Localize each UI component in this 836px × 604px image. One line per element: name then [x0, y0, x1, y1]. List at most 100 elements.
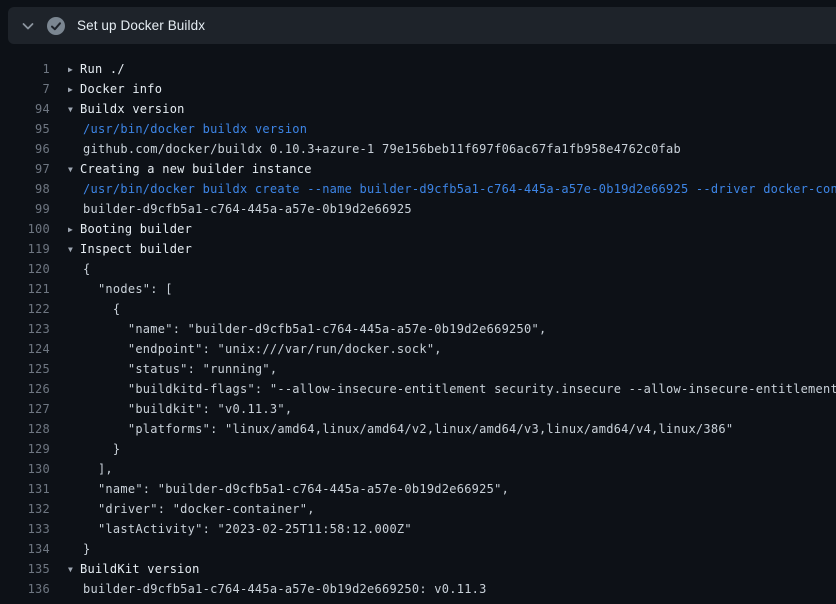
log-line-text: Inspect builder	[80, 242, 192, 256]
log-line-content[interactable]: ▶Booting builder	[68, 219, 836, 241]
log-row: 99 builder-d9cfb5a1-c764-445a-a57e-0b19d2…	[0, 199, 836, 219]
log-group-row[interactable]: 7 ▶Docker info	[0, 79, 836, 99]
line-number-link[interactable]: 125	[0, 359, 50, 379]
chevron-collapsed-icon: ▶	[68, 60, 80, 80]
line-number-link[interactable]: 99	[0, 199, 50, 219]
log-line-text: "name": "builder-d9cfb5a1-c764-445a-a57e…	[83, 322, 546, 336]
log-row: 129 }	[0, 439, 836, 459]
line-number-link[interactable]: 123	[0, 319, 50, 339]
log-line-content[interactable]: ▶Run ./	[68, 59, 836, 81]
line-number-link[interactable]: 124	[0, 339, 50, 359]
line-number-link[interactable]: 133	[0, 519, 50, 539]
log-line-content: /usr/bin/docker buildx create --name bui…	[68, 179, 836, 199]
log-line-text: Run ./	[80, 62, 125, 76]
log-row: 136 builder-d9cfb5a1-c764-445a-a57e-0b19d…	[0, 579, 836, 599]
log-line-content: {	[68, 259, 836, 279]
log-group-row[interactable]: 119 ▼Inspect builder	[0, 239, 836, 259]
log-line-content: /usr/bin/docker buildx version	[68, 119, 836, 139]
log-line-content[interactable]: ▼Buildx version	[68, 99, 836, 121]
log-line-content: "nodes": [	[68, 279, 836, 299]
log-line-text: "endpoint": "unix:///var/run/docker.sock…	[83, 342, 442, 356]
log-line-content: builder-d9cfb5a1-c764-445a-a57e-0b19d2e6…	[68, 199, 836, 219]
log-row: 133 "lastActivity": "2023-02-25T11:58:12…	[0, 519, 836, 539]
log-row: 134}	[0, 539, 836, 559]
log-line-content[interactable]: ▶Docker info	[68, 79, 836, 101]
step-title: Set up Docker Buildx	[77, 18, 205, 33]
log-line-content[interactable]: ▼BuildKit version	[68, 559, 836, 581]
log-line-text: "lastActivity": "2023-02-25T11:58:12.000…	[83, 522, 412, 536]
log-line-text: "platforms": "linux/amd64,linux/amd64/v2…	[83, 422, 733, 436]
log-line-text: "driver": "docker-container",	[83, 502, 315, 516]
line-number-link[interactable]: 120	[0, 259, 50, 279]
chevron-expanded-icon: ▼	[68, 560, 80, 580]
line-number-link[interactable]: 129	[0, 439, 50, 459]
log-row: 122 {	[0, 299, 836, 319]
log-row: 125 "status": "running",	[0, 359, 836, 379]
line-number-link[interactable]: 126	[0, 379, 50, 399]
chevron-expanded-icon: ▼	[68, 160, 80, 180]
chevron-down-icon[interactable]	[20, 18, 36, 34]
log-line-content[interactable]: ▼Creating a new builder instance	[68, 159, 836, 181]
line-number-link[interactable]: 7	[0, 79, 50, 99]
line-number-link[interactable]: 94	[0, 99, 50, 119]
log-row: 132 "driver": "docker-container",	[0, 499, 836, 519]
log-group-row[interactable]: 100 ▶Booting builder	[0, 219, 836, 239]
step-header[interactable]: Set up Docker Buildx	[8, 7, 836, 44]
line-number-link[interactable]: 132	[0, 499, 50, 519]
log-group-row[interactable]: 1 ▶Run ./	[0, 59, 836, 79]
log-line-text: Docker info	[80, 82, 162, 96]
line-number-link[interactable]: 134	[0, 539, 50, 559]
line-number-link[interactable]: 128	[0, 419, 50, 439]
log-line-content: "name": "builder-d9cfb5a1-c764-445a-a57e…	[68, 479, 836, 499]
line-number-link[interactable]: 121	[0, 279, 50, 299]
log-line-text: builder-d9cfb5a1-c764-445a-a57e-0b19d2e6…	[83, 582, 487, 596]
log-line-content: }	[68, 439, 836, 459]
log-line-text: "nodes": [	[83, 282, 173, 296]
log-line-text: }	[83, 442, 120, 456]
log-line-text: BuildKit version	[80, 562, 200, 576]
log-row: 124 "endpoint": "unix:///var/run/docker.…	[0, 339, 836, 359]
chevron-collapsed-icon: ▶	[68, 80, 80, 100]
log-line-content: "lastActivity": "2023-02-25T11:58:12.000…	[68, 519, 836, 539]
line-number-link[interactable]: 100	[0, 219, 50, 239]
line-number-link[interactable]: 98	[0, 179, 50, 199]
log-row: 120 {	[0, 259, 836, 279]
line-number-link[interactable]: 122	[0, 299, 50, 319]
log-line-text: Buildx version	[80, 102, 185, 116]
log-row: 127 "buildkit": "v0.11.3",	[0, 399, 836, 419]
log-row: 121 "nodes": [	[0, 279, 836, 299]
line-number-link[interactable]: 127	[0, 399, 50, 419]
line-number-link[interactable]: 135	[0, 559, 50, 579]
line-number-link[interactable]: 97	[0, 159, 50, 179]
log-line-content: "status": "running",	[68, 359, 836, 379]
log-row: 130 ],	[0, 459, 836, 479]
log-row: 123 "name": "builder-d9cfb5a1-c764-445a-…	[0, 319, 836, 339]
check-circle-icon	[47, 17, 65, 35]
line-number-link[interactable]: 96	[0, 139, 50, 159]
line-number-link[interactable]: 136	[0, 579, 50, 599]
log-line-text: "buildkitd-flags": "--allow-insecure-ent…	[83, 382, 836, 396]
log-line-content: "driver": "docker-container",	[68, 499, 836, 519]
log-line-content: builder-d9cfb5a1-c764-445a-a57e-0b19d2e6…	[68, 579, 836, 599]
line-number-link[interactable]: 119	[0, 239, 50, 259]
log-line-text: github.com/docker/buildx 0.10.3+azure-1 …	[83, 142, 681, 156]
log-line-content: "name": "builder-d9cfb5a1-c764-445a-a57e…	[68, 319, 836, 339]
chevron-expanded-icon: ▼	[68, 240, 80, 260]
log-line-content: "platforms": "linux/amd64,linux/amd64/v2…	[68, 419, 836, 439]
log-line-text: {	[83, 302, 120, 316]
log-line-text: Booting builder	[80, 222, 192, 236]
chevron-collapsed-icon: ▶	[68, 220, 80, 240]
log-row: 126 "buildkitd-flags": "--allow-insecure…	[0, 379, 836, 399]
log-container: 1▶Run ./7▶Docker info94▼Buildx version95…	[0, 59, 836, 599]
log-group-row[interactable]: 94 ▼Buildx version	[0, 99, 836, 119]
log-group-row[interactable]: 135 ▼BuildKit version	[0, 559, 836, 579]
line-number-link[interactable]: 130	[0, 459, 50, 479]
log-line-content: "endpoint": "unix:///var/run/docker.sock…	[68, 339, 836, 359]
log-group-row[interactable]: 97 ▼Creating a new builder instance	[0, 159, 836, 179]
line-number-link[interactable]: 131	[0, 479, 50, 499]
log-line-content[interactable]: ▼Inspect builder	[68, 239, 836, 261]
line-number-link[interactable]: 95	[0, 119, 50, 139]
line-number-link[interactable]: 1	[0, 59, 50, 79]
log-line-content: ],	[68, 459, 836, 479]
log-line-text: /usr/bin/docker buildx create --name bui…	[83, 182, 836, 196]
